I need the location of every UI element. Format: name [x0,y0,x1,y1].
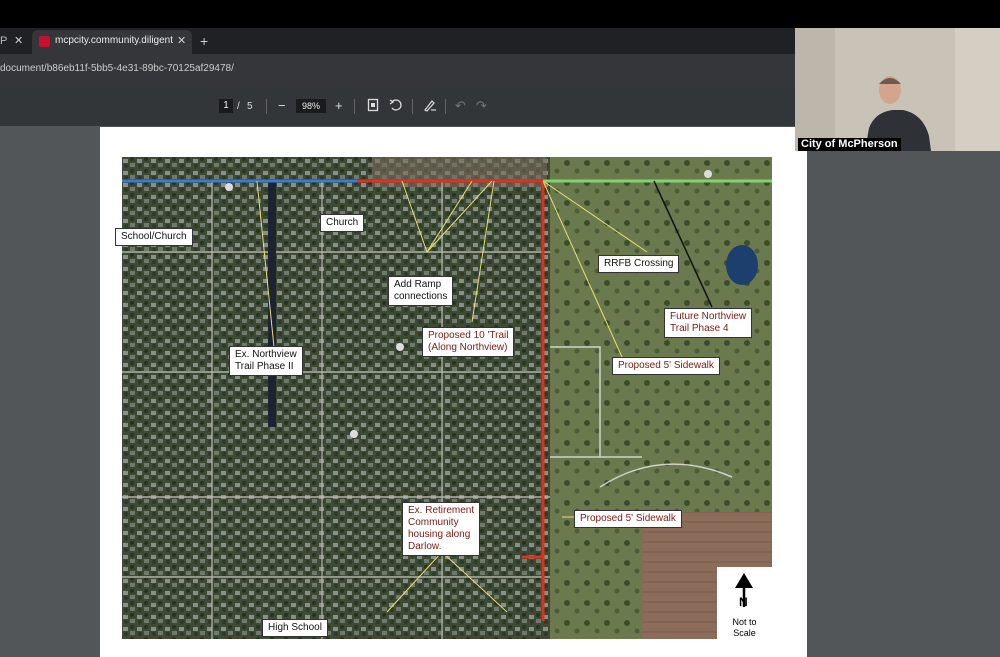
label-line: Community [408,517,459,528]
label-future-northview: Future Northview Trail Phase 4 [664,308,753,338]
label-ex-retirement: Ex. Retirement Community housing along D… [402,502,481,556]
label-proposed-trail: Proposed 10 'Trail (Along Northview) [422,327,515,357]
label-line: Trail Phase II [235,361,294,372]
page-separator: / [237,101,240,112]
webcam-feed: City of McPherson [795,28,1000,151]
url-text: document/b86eb11f-5bb5-4e31-89bc-70125af… [0,63,234,74]
label-church: Church [320,214,365,232]
total-pages: 5 [247,101,253,112]
label-line: Trail Phase 4 [670,323,729,334]
scale-note: Not to Scale [717,617,772,639]
close-icon[interactable]: ✕ [14,28,23,54]
north-arrow-box: N Not to Scale [717,567,772,639]
label-line: housing along [408,529,471,540]
toolbar-divider [412,99,413,114]
tab-active[interactable]: mcpcity.community.diligentone ✕ [32,30,192,54]
browser-tab-bar: P ✕ mcpcity.community.diligentone ✕ + [0,28,795,54]
label-line: Ex. Retirement [408,505,475,516]
label-line: Proposed 10 'Trail [428,330,509,341]
tab-previous-label: P [0,35,8,47]
undo-icon[interactable]: ↶ [455,98,466,114]
site-favicon-icon [39,36,50,47]
aerial-map [122,157,772,639]
plus-icon[interactable]: + [200,28,208,54]
page-number-input[interactable]: 1 [219,99,233,113]
redo-icon[interactable]: ↷ [476,98,487,114]
draw-icon[interactable] [423,98,437,116]
map-drawing [122,157,772,639]
label-rrfb-crossing: RRFB Crossing [598,255,680,273]
webcam-caption: City of McPherson [798,138,901,151]
label-line: connections [394,291,448,302]
label-line: Future Northview [670,311,747,322]
north-letter: N [739,595,748,609]
label-school-church: School/Church [115,228,193,246]
address-bar[interactable]: document/b86eb11f-5bb5-4e31-89bc-70125af… [0,54,795,88]
top-black-bar [0,0,1000,28]
scale-note-line: Scale [733,628,756,638]
tab-title: mcpcity.community.diligentone [55,35,173,46]
toolbar-divider [266,99,267,114]
label-ex-northview: Ex. Northview Trail Phase II [229,346,303,376]
label-proposed-sidewalk-1: Proposed 5' Sidewalk [612,357,720,375]
tab-previous[interactable]: P ✕ [0,28,30,54]
toolbar-divider [354,99,355,114]
label-line: Darlow. [408,541,442,552]
label-proposed-sidewalk-2: Proposed 5' Sidewalk [574,510,682,528]
zoom-in-icon[interactable]: + [335,98,343,114]
fit-page-icon[interactable] [367,98,379,116]
presenter-image [795,28,1000,151]
zoom-input[interactable]: 98% [296,99,326,113]
label-high-school: High School [262,619,328,637]
label-line: (Along Northview) [428,342,508,353]
label-line: Add Ramp [394,279,442,290]
label-add-ramp: Add Ramp connections [388,276,454,306]
zoom-out-icon[interactable]: − [278,98,286,114]
toolbar-divider [445,99,446,114]
close-icon[interactable]: ✕ [177,30,186,52]
scale-note-line: Not to [732,617,757,627]
label-line: Ex. Northview [235,349,297,360]
rotate-icon[interactable] [389,98,403,116]
